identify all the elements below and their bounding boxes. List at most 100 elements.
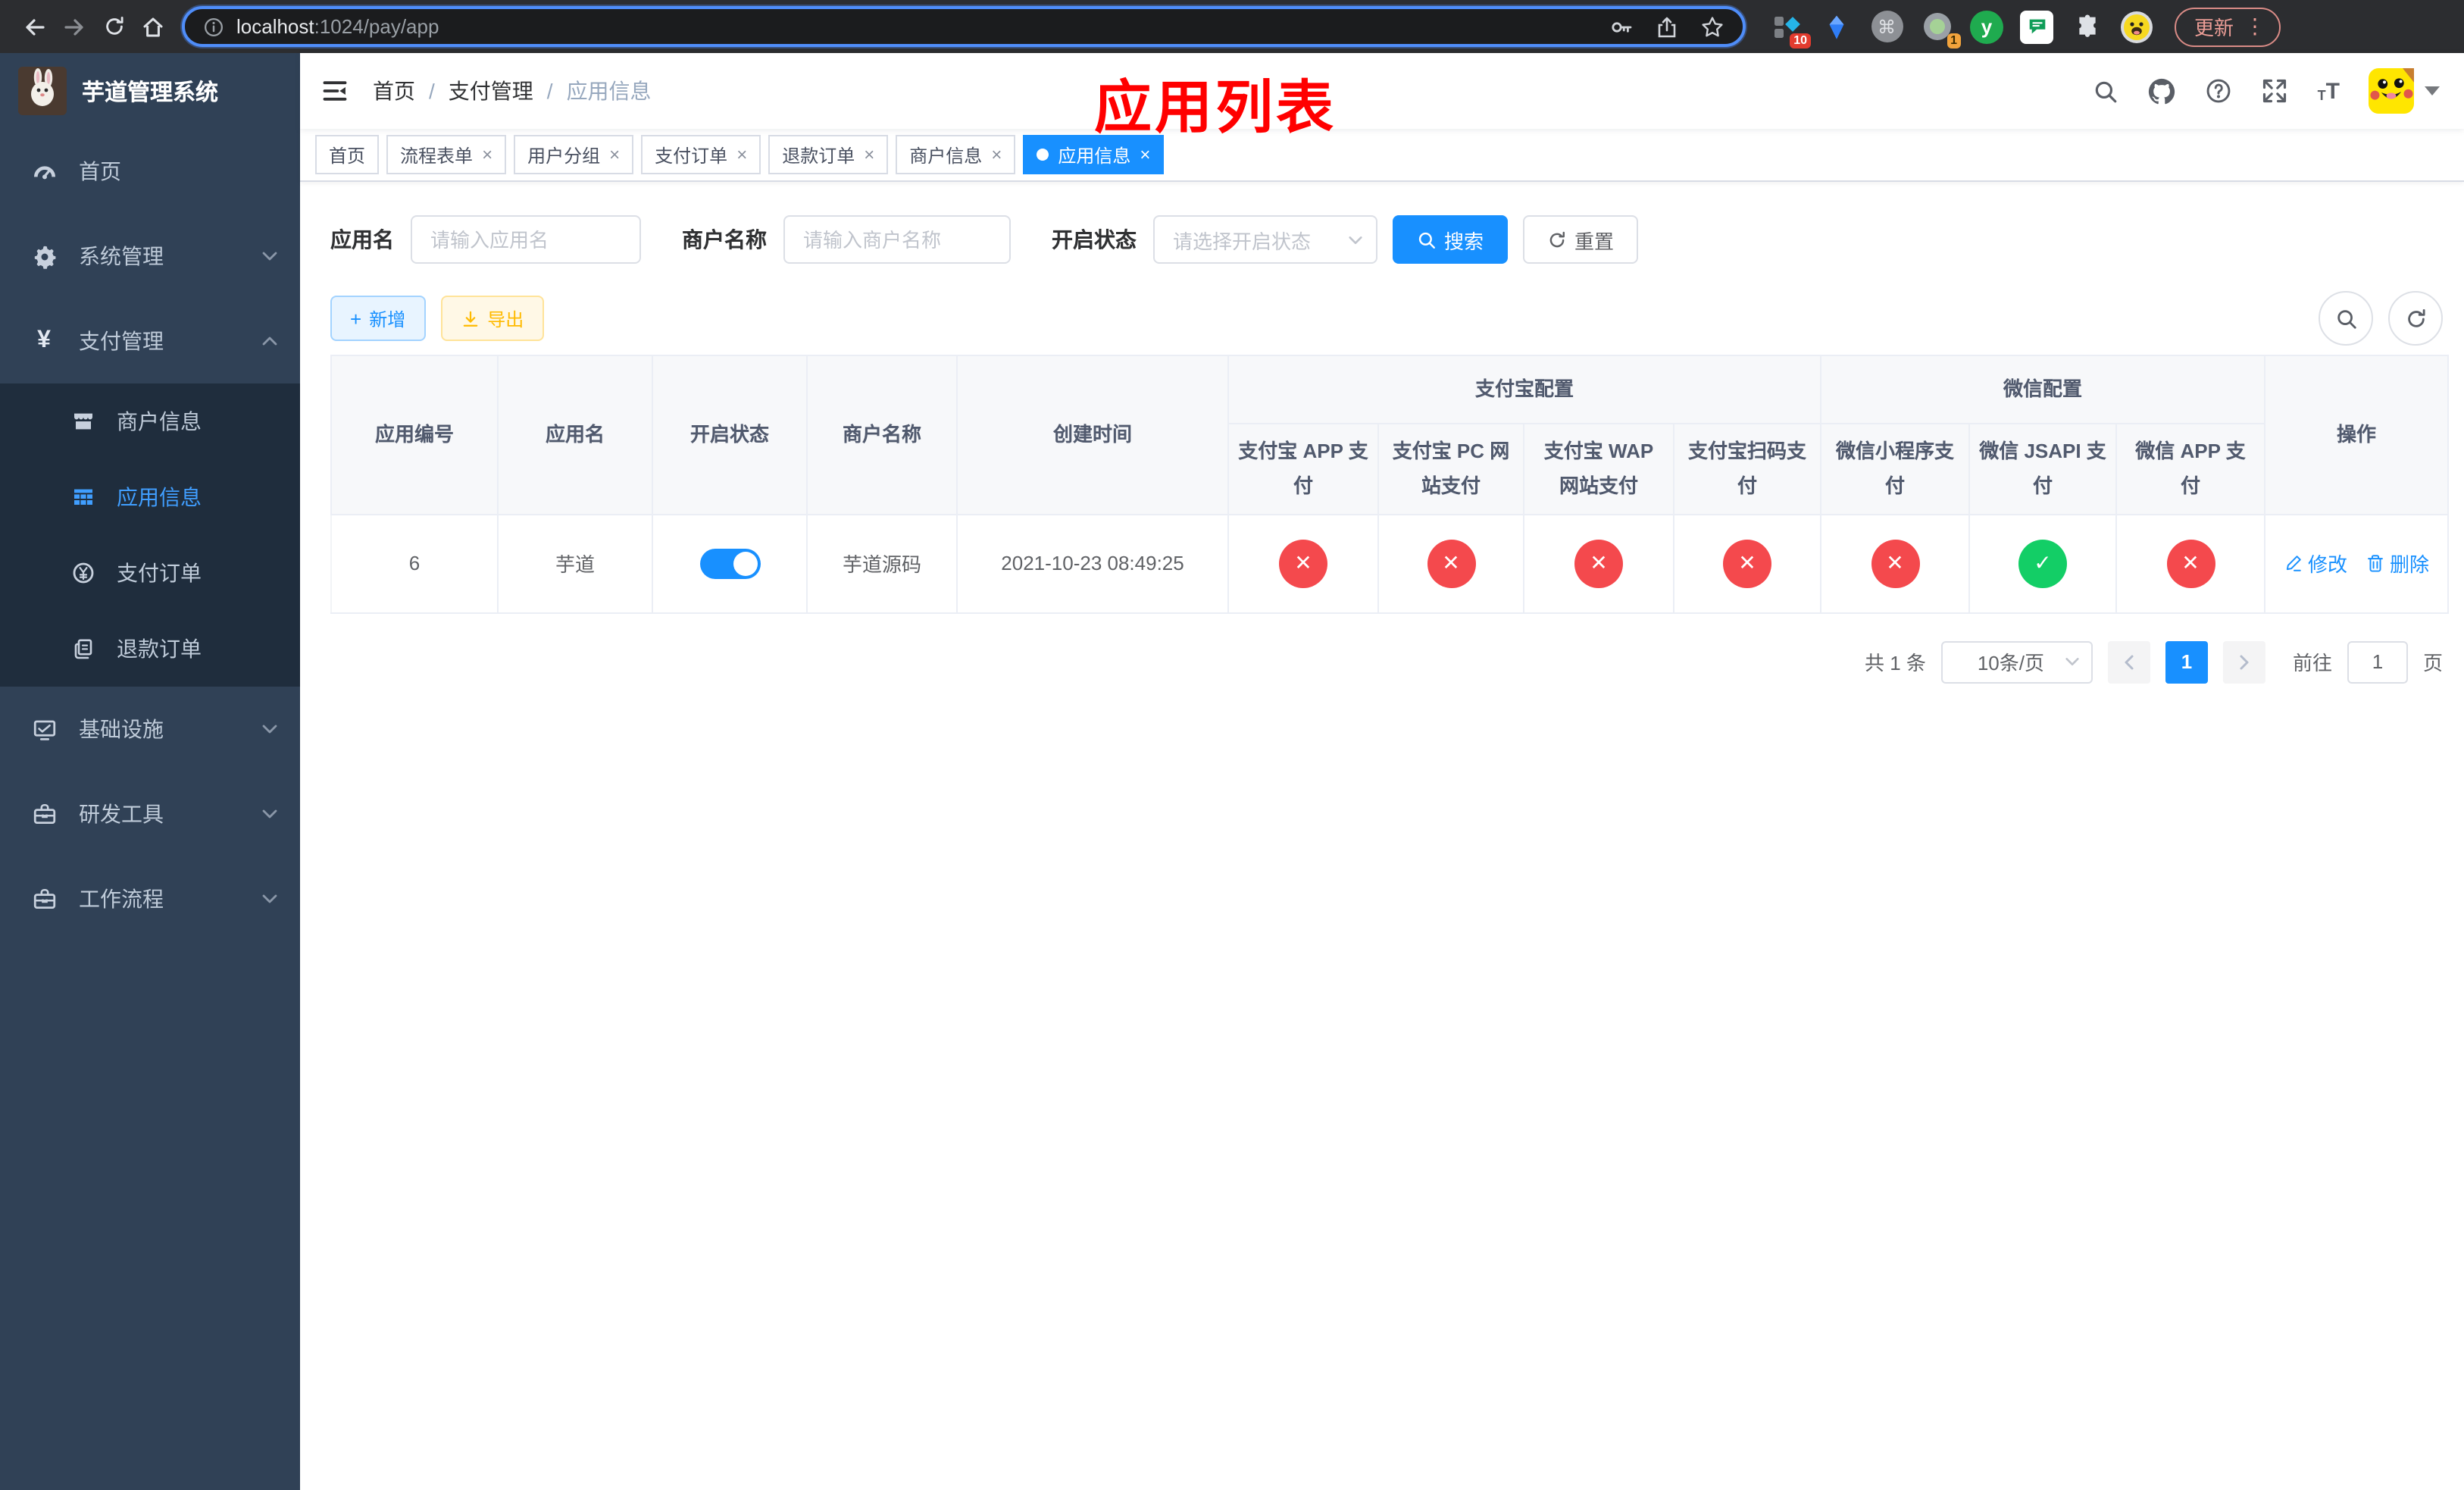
breadcrumb: 首页 支付管理 应用信息 <box>373 76 652 106</box>
col-wechat-jsapi: 微信 JSAPI 支付 <box>1968 423 2118 515</box>
font-size-icon[interactable]: TT <box>2318 80 2340 102</box>
page-size-select[interactable]: 10条/页 <box>1940 640 2093 684</box>
browser-forward-button[interactable] <box>55 7 94 46</box>
help-icon[interactable] <box>2206 77 2233 105</box>
sidebar-item-label: 研发工具 <box>79 802 164 826</box>
extension-icon-2[interactable] <box>1820 10 1853 43</box>
trash-icon <box>2366 554 2385 574</box>
page-content: 应用名 商户名称 开启状态 请选择开启状态 搜索 重置 <box>300 182 2464 1490</box>
url-path: :1024/pay/app <box>314 15 439 38</box>
total-count: 共 1 条 <box>1865 652 1926 675</box>
delete-link[interactable]: 删除 <box>2366 549 2429 578</box>
extension-icon-y[interactable]: y <box>1970 10 2003 43</box>
extension-icon-1[interactable]: 10 <box>1770 10 1811 48</box>
sidebar-item-infrastructure[interactable]: 基础设施 <box>0 687 300 772</box>
sidebar-item-home[interactable]: 首页 <box>0 129 300 214</box>
close-icon[interactable]: × <box>991 144 1002 165</box>
fullscreen-icon[interactable] <box>2262 77 2289 105</box>
close-icon[interactable]: × <box>1140 144 1150 165</box>
status-toggle[interactable] <box>699 548 760 579</box>
browser-update-button[interactable]: 更新 ⋮ <box>2175 7 2281 46</box>
bookmark-star-icon[interactable] <box>1700 14 1724 39</box>
app-name-input[interactable] <box>411 215 641 264</box>
cell-wechat-mini <box>1820 513 1971 614</box>
sidebar-item-payment[interactable]: ¥ 支付管理 <box>0 299 300 383</box>
sidebar-item-label: 应用信息 <box>117 485 202 509</box>
update-label: 更新 <box>2194 17 2234 39</box>
cell-wechat-app <box>2115 513 2266 614</box>
sidebar-item-devtools[interactable]: 研发工具 <box>0 772 300 856</box>
extension-icon-4[interactable]: 1 <box>1920 10 1961 48</box>
prev-page-button[interactable] <box>2107 640 2150 684</box>
app-name-label: 应用名 <box>330 227 394 252</box>
tab-refund-order[interactable]: 退款订单 × <box>768 135 889 174</box>
browser-home-button[interactable] <box>133 7 173 46</box>
sidebar-item-app-info[interactable]: 应用信息 <box>0 459 300 535</box>
sidebar-item-label: 支付管理 <box>79 329 164 353</box>
search-button[interactable]: 搜索 <box>1393 215 1509 264</box>
close-icon[interactable]: × <box>482 144 492 165</box>
col-group-alipay: 支付宝配置 <box>1227 355 1822 424</box>
chevron-down-icon <box>261 890 279 908</box>
refresh-table-button[interactable] <box>2388 291 2443 346</box>
add-button[interactable]: + 新增 <box>330 296 426 341</box>
close-icon[interactable]: × <box>609 144 620 165</box>
table-toolbar: + 新增 导出 <box>330 291 2443 346</box>
share-icon[interactable] <box>1655 14 1679 39</box>
address-bar[interactable]: localhost:1024/pay/app <box>182 6 1746 47</box>
close-icon[interactable]: × <box>864 144 874 165</box>
col-group-wechat: 微信配置 <box>1820 355 2266 424</box>
col-app-id: 应用编号 <box>330 355 499 515</box>
export-button[interactable]: 导出 <box>440 296 544 341</box>
tab-user-group[interactable]: 用户分组 × <box>514 135 634 174</box>
site-info-icon[interactable] <box>203 16 224 37</box>
user-avatar[interactable] <box>2369 68 2440 114</box>
toggle-search-button[interactable] <box>2319 291 2373 346</box>
chevron-down-icon <box>2425 86 2440 95</box>
github-icon[interactable] <box>2148 77 2177 105</box>
extensions-puzzle-icon[interactable] <box>2070 10 2103 43</box>
command-icon: ⌘ <box>1871 11 1903 42</box>
sidebar: 芋道管理系统 首页 系统管理 ¥ 支付管理 商户信息 应用信息 支付订单 退款订… <box>0 53 300 1490</box>
merchant-name-input[interactable] <box>783 215 1011 264</box>
header-search-icon[interactable] <box>2093 78 2119 104</box>
tab-process-form[interactable]: 流程表单 × <box>386 135 507 174</box>
extension-icon-chat[interactable] <box>2020 10 2053 43</box>
sidebar-logo[interactable]: 芋道管理系统 <box>0 53 300 129</box>
sidebar-item-workflow[interactable]: 工作流程 <box>0 856 300 941</box>
status-select[interactable]: 请选择开启状态 <box>1153 215 1377 264</box>
chevron-down-icon <box>261 805 279 823</box>
tab-pay-order[interactable]: 支付订单 × <box>641 135 761 174</box>
browser-back-button[interactable] <box>15 7 55 46</box>
col-merchant-name: 商户名称 <box>806 355 958 515</box>
sidebar-item-system[interactable]: 系统管理 <box>0 214 300 299</box>
sidebar-item-label: 系统管理 <box>79 244 164 268</box>
goto-page-input[interactable] <box>2347 640 2408 684</box>
sidebar-item-merchant-info[interactable]: 商户信息 <box>0 383 300 459</box>
chevron-down-icon <box>261 720 279 738</box>
page-number-1[interactable]: 1 <box>2165 640 2208 684</box>
tab-merchant-info[interactable]: 商户信息 × <box>896 135 1016 174</box>
cell-status <box>652 513 808 614</box>
sidebar-item-refund-order[interactable]: 退款订单 <box>0 611 300 687</box>
close-icon[interactable]: × <box>736 144 747 165</box>
sidebar-item-pay-order[interactable]: 支付订单 <box>0 535 300 611</box>
extension-icon-3[interactable]: ⌘ <box>1870 10 1903 43</box>
password-key-icon[interactable] <box>1609 14 1634 39</box>
url-host: localhost <box>236 15 314 38</box>
browser-profile-avatar[interactable] <box>2120 10 2153 43</box>
cell-create-time: 2021-10-23 08:49:25 <box>956 513 1229 614</box>
sidebar-collapse-icon[interactable] <box>321 77 349 105</box>
cell-app-name: 芋道 <box>497 513 653 614</box>
sidebar-item-label: 支付订单 <box>117 561 202 585</box>
sidebar-item-label: 工作流程 <box>79 887 164 911</box>
breadcrumb-payment[interactable]: 支付管理 <box>449 76 567 106</box>
reset-button[interactable]: 重置 <box>1523 215 1639 264</box>
next-page-button[interactable] <box>2222 640 2265 684</box>
browser-menu-kebab-icon[interactable]: ⋮ <box>2244 14 2265 39</box>
edit-link[interactable]: 修改 <box>2284 549 2347 578</box>
browser-reload-button[interactable] <box>94 7 133 46</box>
chevron-down-icon <box>261 247 279 265</box>
breadcrumb-home[interactable]: 首页 <box>373 76 449 106</box>
tab-home[interactable]: 首页 <box>315 135 380 174</box>
